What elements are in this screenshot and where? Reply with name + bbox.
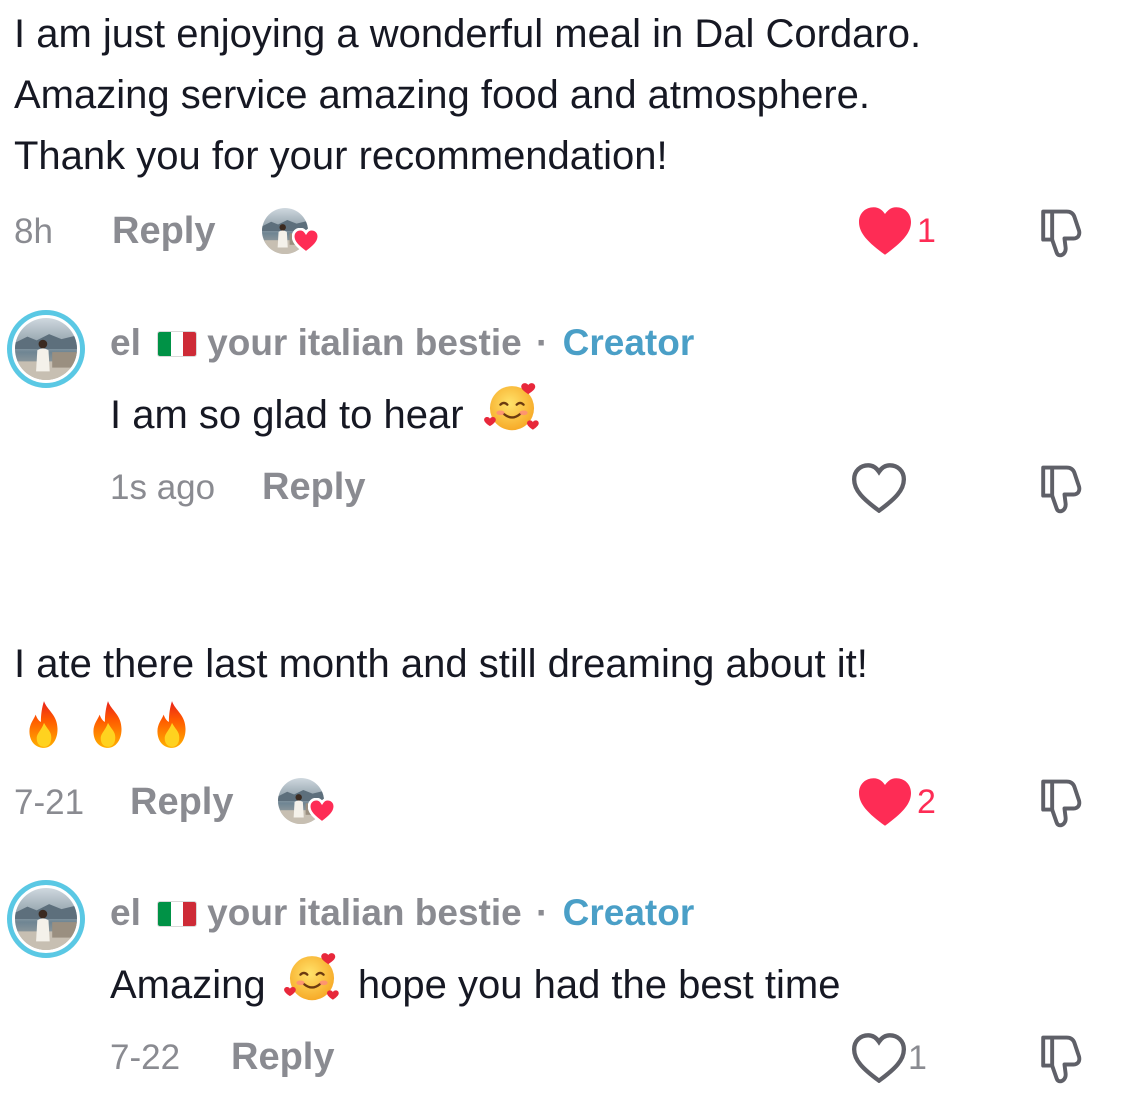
comment-text-line: I ate there last month and still dreamin…: [14, 642, 868, 686]
reply-text: I am so glad to hear: [110, 378, 541, 446]
reply-text-before: Amazing: [110, 963, 266, 1007]
smiling-face-with-hearts-icon: [482, 381, 540, 432]
avatar-photo: [15, 888, 77, 950]
smiling-face-with-hearts-icon: [282, 951, 340, 1002]
fire-icon: [93, 701, 122, 748]
dislike-icon[interactable]: [1032, 206, 1088, 262]
author-handle[interactable]: your italian bestie: [207, 322, 522, 363]
heart-outline-icon[interactable]: [852, 463, 906, 513]
comment-text-line: I am just enjoying a wonderful meal in D…: [14, 12, 922, 56]
liked-heart-icon[interactable]: [856, 776, 914, 828]
comment-timestamp: 7-21: [14, 783, 85, 822]
author-name[interactable]: el: [110, 322, 141, 363]
reply-text: Amazing hope you had the best time: [110, 948, 840, 1016]
creator-avatar[interactable]: [7, 880, 85, 958]
author-handle[interactable]: your italian bestie: [207, 892, 522, 933]
reply-timestamp: 7-22: [110, 1038, 181, 1077]
like-count: 1: [917, 212, 936, 250]
dislike-icon[interactable]: [1032, 776, 1088, 832]
like-count: 1: [908, 1039, 927, 1077]
reply-button[interactable]: Reply: [262, 466, 365, 509]
comment-text-line: Thank you for your recommendation!: [14, 134, 668, 178]
italy-flag-icon: [157, 331, 198, 357]
author-line: el your italian bestie · Creator: [110, 322, 694, 364]
italy-flag-icon: [157, 901, 198, 927]
fire-icon: [29, 701, 58, 748]
comment-timestamp: 8h: [14, 212, 53, 251]
dislike-icon[interactable]: [1032, 462, 1088, 518]
creator-badge: Creator: [562, 892, 695, 933]
reply-button[interactable]: Reply: [130, 781, 233, 824]
liked-heart-icon[interactable]: [856, 205, 914, 257]
separator: ·: [536, 322, 549, 363]
reply-button[interactable]: Reply: [231, 1036, 334, 1079]
heart-icon: [292, 228, 320, 255]
reply-text-content: I am so glad to hear: [110, 393, 464, 437]
reply-button[interactable]: Reply: [112, 210, 215, 253]
creator-avatar[interactable]: [7, 310, 85, 388]
author-line: el your italian bestie · Creator: [110, 892, 694, 934]
heart-outline-icon[interactable]: [852, 1033, 906, 1083]
reply-timestamp: 1s ago: [110, 468, 216, 507]
heart-icon: [308, 798, 336, 825]
fire-icon: [157, 701, 186, 748]
separator: ·: [536, 892, 549, 933]
avatar-photo: [15, 318, 77, 380]
dislike-icon[interactable]: [1032, 1032, 1088, 1088]
like-count: 2: [917, 783, 936, 821]
creator-badge: Creator: [562, 322, 695, 363]
comment-text-line: Amazing service amazing food and atmosph…: [14, 73, 871, 117]
author-name[interactable]: el: [110, 892, 141, 933]
creator-liked-badge: [278, 778, 336, 828]
reply-text-after: hope you had the best time: [357, 963, 841, 1007]
creator-liked-badge: [262, 208, 320, 258]
